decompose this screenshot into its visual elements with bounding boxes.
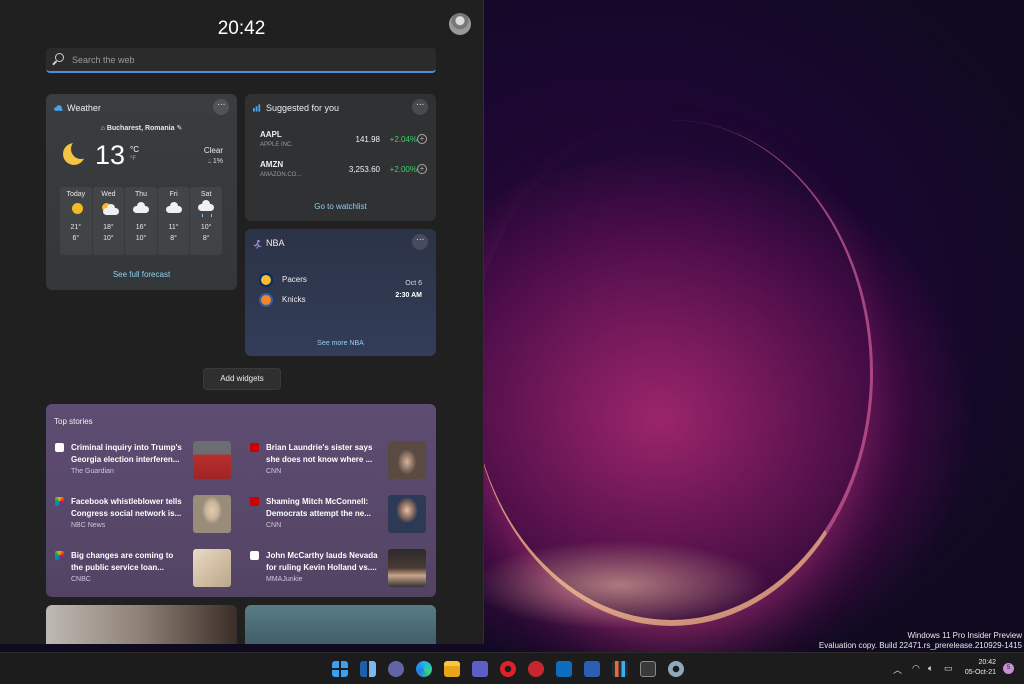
news-card-image[interactable] [245,605,436,644]
web-search-box[interactable] [46,48,436,73]
fahrenheit-unit-toggle[interactable]: °F [130,156,136,162]
stock-row[interactable]: AAPL APPLE INC. 141.98 +2.04% + [260,130,427,156]
see-more-nba-link[interactable]: See more NBA [245,340,436,347]
wifi-icon[interactable]: ◠ [912,663,920,674]
add-widgets-button[interactable]: Add widgets [203,368,281,390]
weather-widget[interactable]: Weather ··· ⌂ Bucharest, Romania ✎ 13 °C… [46,94,237,290]
outlook-icon[interactable] [556,661,572,677]
story-thumbnail [193,441,231,479]
top-stories-widget: Top stories Criminal inquiry into Trump'… [46,404,436,597]
sun-icon [60,198,92,218]
terminal-icon[interactable] [640,661,656,677]
nba-title: NBA [266,238,285,248]
stocks-title: Suggested for you [266,103,340,113]
precipitation: 💧︎ 1% [208,158,223,165]
stocks-app-icon [253,104,261,112]
cnn-logo-icon [250,443,259,452]
celsius-unit-toggle[interactable]: °C [130,145,139,154]
battery-icon[interactable]: ▭ [944,663,953,674]
stocks-more-options-button[interactable]: ··· [412,99,428,115]
cloud-icon [158,198,190,218]
weather-app-icon [54,105,63,111]
start-button-icon[interactable] [332,661,348,677]
weather-location[interactable]: ⌂ Bucharest, Romania ✎ [46,124,237,132]
cloud-icon [125,198,157,218]
forecast-day[interactable]: Sat 10° 8° [190,187,222,255]
guardian-logo-icon [55,443,64,452]
stocks-widget[interactable]: Suggested for you ··· AAPL APPLE INC. 14… [245,94,436,221]
story-thumbnail [193,549,231,587]
word-icon[interactable] [584,661,600,677]
story-thumbnail [388,495,426,533]
knicks-logo-icon [259,293,273,307]
panel-clock: 20:42 [217,18,266,39]
add-to-watchlist-icon[interactable]: + [417,134,427,144]
story-thumbnail [388,441,426,479]
pacers-logo-icon [259,273,273,287]
cnbc-logo-icon [55,551,64,560]
current-temperature: 13 [95,140,126,170]
top-stories-title: Top stories [54,417,93,426]
chat-icon[interactable] [388,661,404,677]
taskbar: ︿ ◠ 🔈︎ ▭ 20:42 05-Oct-21 5 [0,652,1024,684]
search-icon [55,53,64,62]
news-card-image[interactable] [46,605,237,644]
chevron-up-icon[interactable]: ︿ [893,663,902,676]
story-thumbnail [388,549,426,587]
news-story[interactable]: Big changes are coming to the public ser… [55,549,235,592]
weather-condition: Clear [203,146,223,155]
go-to-watchlist-link[interactable]: Go to watchlist [245,202,436,211]
profile-avatar[interactable] [449,13,471,35]
moon-icon [63,139,91,165]
edge-icon[interactable] [416,661,432,677]
sports-app-icon [253,239,262,249]
taskbar-clock[interactable]: 20:42 05-Oct-21 [965,658,996,678]
forecast-day[interactable]: Thu 16° 10° [125,187,157,255]
nba-widget[interactable]: NBA ··· Pacers Knicks Oct 6 2:30 AM See … [245,229,436,356]
see-full-forecast-link[interactable]: See full forecast [46,270,237,279]
forecast-day[interactable]: Fri 11° 8° [157,187,190,255]
volume-icon[interactable]: 🔈︎ [928,663,933,674]
file-explorer-icon[interactable] [444,661,460,677]
stock-row[interactable]: AMZN AMAZON.CO... 3,253.60 +2.00% + [260,160,427,186]
settings-gear-icon[interactable] [668,661,684,677]
feedback-hub-icon[interactable] [528,661,544,677]
add-to-watchlist-icon[interactable]: + [417,164,427,174]
opera-icon[interactable] [500,661,516,677]
forecast-day[interactable]: Wed 18° 10° [92,187,125,255]
nbc-news-logo-icon [55,497,64,506]
widgets-panel: 20:42 Weather ··· ⌂ Bucharest, Romania ✎… [0,0,484,644]
forecast-strip: Today 21° 6° Wed 18° 10° Thu 16° 10° Fri… [60,187,222,255]
news-story[interactable]: Criminal inquiry into Trump's Georgia el… [55,441,235,484]
search-input[interactable] [70,51,414,69]
widgets-icon[interactable] [360,661,376,677]
weather-more-options-button[interactable]: ··· [213,99,229,115]
weather-title: Weather [67,103,101,113]
mmajunkie-logo-icon [250,551,259,560]
partly-cloudy-icon [93,198,125,218]
cnn-logo-icon [250,497,259,506]
raindrop-icon: 💧︎ [208,158,211,165]
evaluation-watermark: Windows 11 Pro Insider Preview Evaluatio… [818,631,1022,650]
task-manager-icon[interactable] [612,661,628,677]
forecast-day[interactable]: Today 21° 6° [60,187,92,255]
notification-badge[interactable]: 5 [1003,663,1014,674]
story-thumbnail [193,495,231,533]
nba-more-options-button[interactable]: ··· [412,234,428,250]
rain-cloud-icon [190,198,222,218]
news-story[interactable]: Facebook whistleblower tells Congress so… [55,495,235,538]
news-story[interactable]: Brian Laundrie's sister says she does no… [250,441,430,484]
news-story[interactable]: John McCarthy lauds Nevada for ruling Ke… [250,549,430,592]
news-story[interactable]: Shaming Mitch McConnell: Democrats attem… [250,495,430,538]
game-time: 2:30 AM [395,292,422,299]
edit-location-icon[interactable]: ✎ [176,125,182,132]
game-date: Oct 6 [405,280,422,287]
teams-icon[interactable] [472,661,488,677]
